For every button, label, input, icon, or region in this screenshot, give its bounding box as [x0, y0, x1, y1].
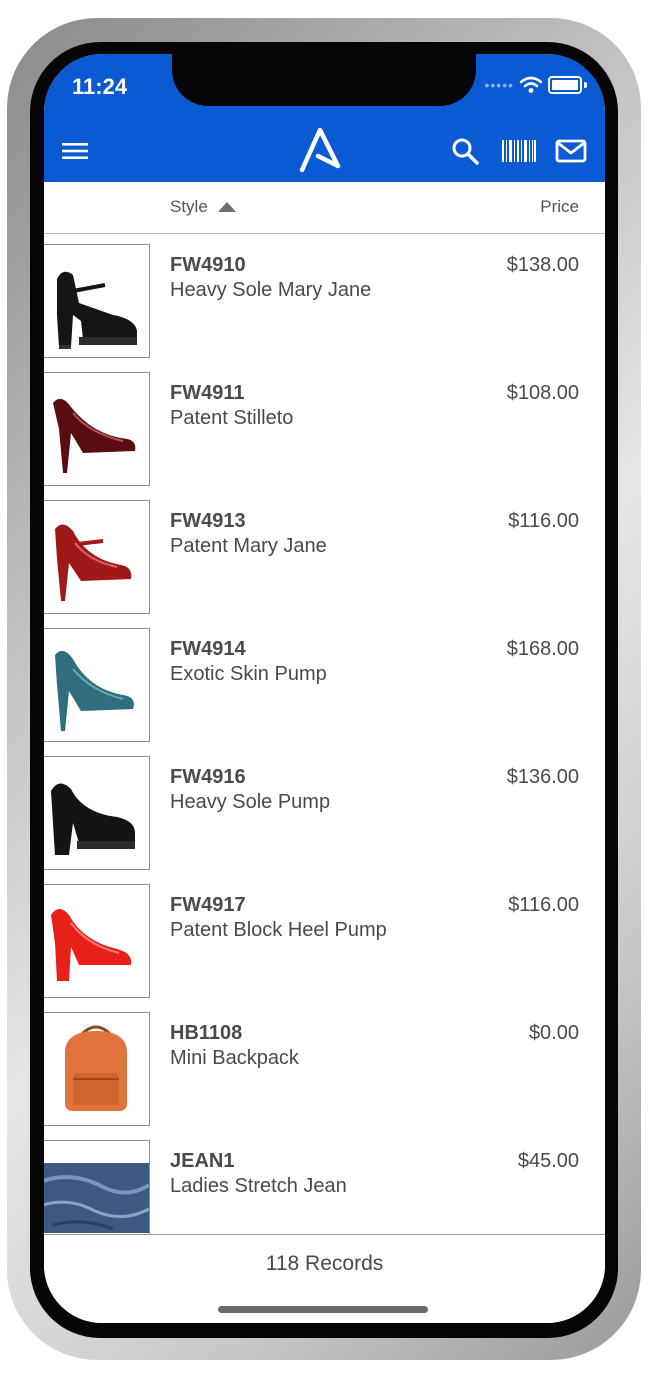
- product-row[interactable]: HB1108 Mini Backpack $0.00: [44, 1002, 605, 1130]
- product-thumbnail: [44, 1140, 150, 1234]
- battery-tip: [584, 82, 587, 88]
- status-icons: •••••: [484, 76, 587, 94]
- app-header: 11:24 •••••: [44, 54, 605, 182]
- product-price: $45.00: [517, 1150, 579, 1172]
- product-price: $168.00: [506, 638, 579, 660]
- product-price: $116.00: [508, 510, 579, 532]
- product-row[interactable]: FW4910 Heavy Sole Mary Jane $138.00: [44, 234, 605, 362]
- product-code: HB1108: [170, 1022, 243, 1044]
- product-code: FW4916: [170, 766, 246, 788]
- product-list: FW4910 Heavy Sole Mary Jane $138.00 FW49…: [44, 234, 605, 1234]
- nav-bar: [44, 124, 605, 178]
- product-row[interactable]: FW4916 Heavy Sole Pump $136.00: [44, 746, 605, 874]
- product-code: FW4910: [170, 254, 246, 276]
- product-code: FW4917: [170, 894, 246, 916]
- product-row[interactable]: FW4914 Exotic Skin Pump $168.00: [44, 618, 605, 746]
- denim-fabric-image: [44, 1141, 149, 1234]
- column-header-row: Style Price: [44, 182, 605, 234]
- home-indicator[interactable]: [218, 1306, 428, 1313]
- price-column-header[interactable]: Price: [540, 197, 579, 217]
- status-time: 11:24: [72, 74, 128, 99]
- product-thumbnail: [44, 1012, 150, 1126]
- product-row[interactable]: FW4911 Patent Stilleto $108.00: [44, 362, 605, 490]
- red-block-heel-pump-image: [51, 909, 132, 981]
- product-code: FW4911: [170, 382, 245, 404]
- product-thumbnail: [44, 756, 150, 870]
- black-platform-pump-image: [51, 783, 135, 855]
- product-price: $116.00: [508, 894, 579, 916]
- product-name: Heavy Sole Mary Jane: [170, 279, 372, 301]
- sort-ascending-icon: [217, 202, 236, 212]
- product-row[interactable]: JEAN1 Ladies Stretch Jean $45.00: [44, 1130, 605, 1234]
- product-thumbnail: [44, 500, 150, 614]
- style-column-label: Style: [170, 197, 208, 216]
- mail-icon[interactable]: [555, 138, 587, 164]
- product-price: $108.00: [506, 382, 579, 404]
- product-row[interactable]: FW4917 Patent Block Heel Pump $116.00: [44, 874, 605, 1002]
- phone-notch: [172, 54, 476, 106]
- product-code: FW4914: [170, 638, 246, 660]
- app-logo-icon: [299, 127, 341, 173]
- product-name: Heavy Sole Pump: [170, 791, 331, 813]
- product-thumbnail: [44, 884, 150, 998]
- product-thumbnail: [44, 628, 150, 742]
- product-code: JEAN1: [170, 1150, 235, 1172]
- teal-exotic-pump-image: [55, 650, 134, 731]
- product-name: Exotic Skin Pump: [170, 663, 327, 685]
- black-platform-mary-jane-image: [57, 271, 137, 349]
- record-count: 118 Records: [265, 1252, 384, 1275]
- app-screen: 11:24 ••••• Style Price FW4910 Heavy Sol…: [44, 54, 605, 1323]
- product-name: Patent Block Heel Pump: [170, 919, 387, 941]
- orange-leather-backpack-image: [65, 1025, 127, 1111]
- burgundy-patent-stiletto-image: [53, 398, 136, 473]
- product-name: Patent Mary Jane: [170, 535, 327, 557]
- barcode-scan-icon[interactable]: [502, 138, 536, 164]
- signal-dots-icon: •••••: [484, 77, 514, 93]
- battery-icon: [548, 76, 582, 94]
- red-patent-mary-jane-image: [55, 524, 132, 601]
- wifi-icon: [520, 76, 542, 93]
- search-icon[interactable]: [450, 136, 480, 166]
- style-column-header[interactable]: Style: [170, 197, 236, 217]
- product-code: FW4913: [170, 510, 246, 532]
- product-thumbnail: [44, 372, 150, 486]
- list-footer: 118 Records: [44, 1234, 605, 1323]
- hamburger-menu-icon[interactable]: [60, 136, 90, 166]
- product-price: $136.00: [506, 766, 579, 788]
- product-name: Patent Stilleto: [170, 407, 294, 429]
- product-name: Mini Backpack: [170, 1047, 299, 1069]
- product-name: Ladies Stretch Jean: [170, 1175, 347, 1197]
- product-thumbnail: [44, 244, 150, 358]
- product-price: $138.00: [506, 254, 579, 276]
- product-price: $0.00: [528, 1022, 579, 1044]
- product-row[interactable]: FW4913 Patent Mary Jane $116.00: [44, 490, 605, 618]
